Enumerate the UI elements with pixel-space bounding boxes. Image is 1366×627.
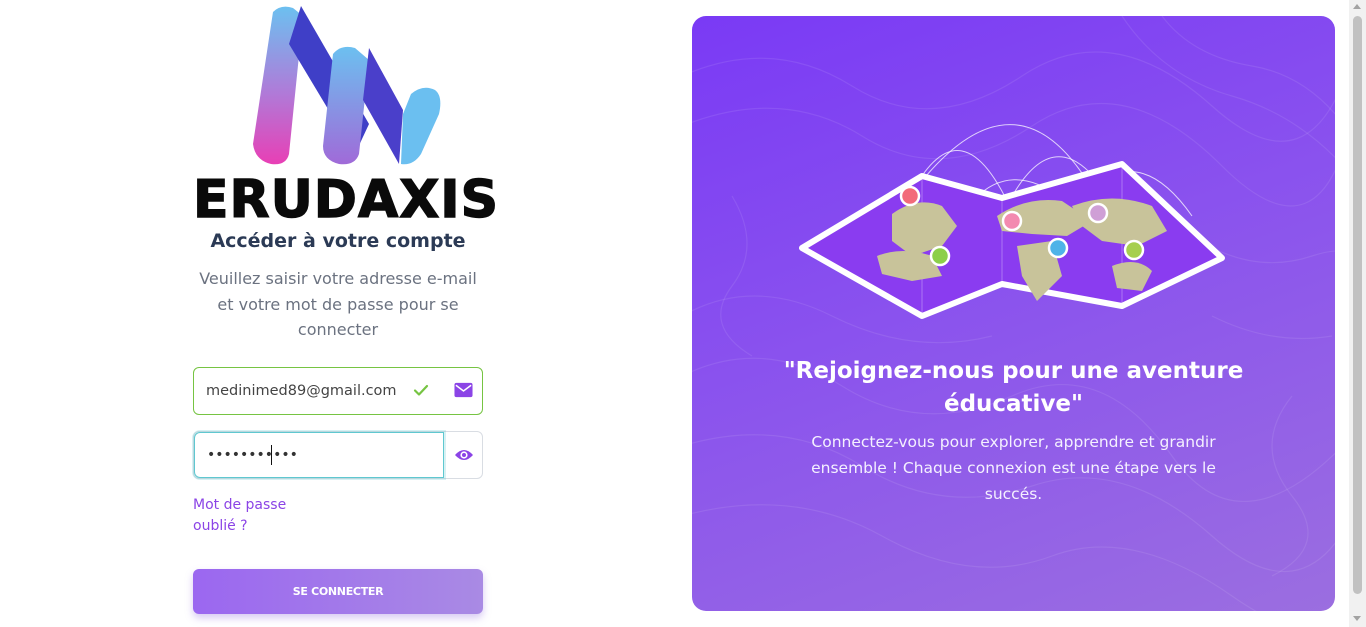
login-button[interactable]: SE CONNECTER (193, 569, 483, 614)
text-caret (271, 445, 272, 465)
scroll-up-arrow-icon[interactable] (1353, 4, 1361, 9)
scrollbar-thumb[interactable] (1353, 16, 1362, 594)
mail-icon (454, 382, 473, 398)
forgot-password-link[interactable]: Mot de passe oublié ? (193, 495, 313, 537)
password-input-frame[interactable] (194, 432, 444, 478)
promo-description: Connectez-vous pour explorer, apprendre … (811, 433, 1216, 503)
password-field[interactable] (193, 431, 483, 479)
password-input[interactable] (207, 444, 432, 466)
promo-panel: "Rejoignez-nous pour une aventure éducat… (692, 16, 1335, 611)
page-subtitle: Veuillez saisir votre adresse e-mail et … (199, 269, 477, 339)
brand-name: ERUDAXIS (192, 170, 500, 230)
check-icon (413, 384, 429, 396)
world-map-illustration (799, 124, 1225, 319)
email-field[interactable] (193, 367, 483, 415)
page-scrollbar[interactable] (1349, 0, 1366, 627)
show-password-button[interactable] (444, 432, 483, 478)
email-input[interactable] (206, 380, 406, 402)
page-title: Accéder à votre compte (210, 230, 466, 252)
eye-icon (454, 450, 473, 460)
brand-logo: ERUDAXIS (192, 4, 499, 229)
logo-mark-icon (253, 6, 441, 165)
scroll-down-arrow-icon[interactable] (1353, 616, 1361, 621)
promo-quote: "Rejoignez-nous pour une aventure éducat… (783, 358, 1244, 417)
